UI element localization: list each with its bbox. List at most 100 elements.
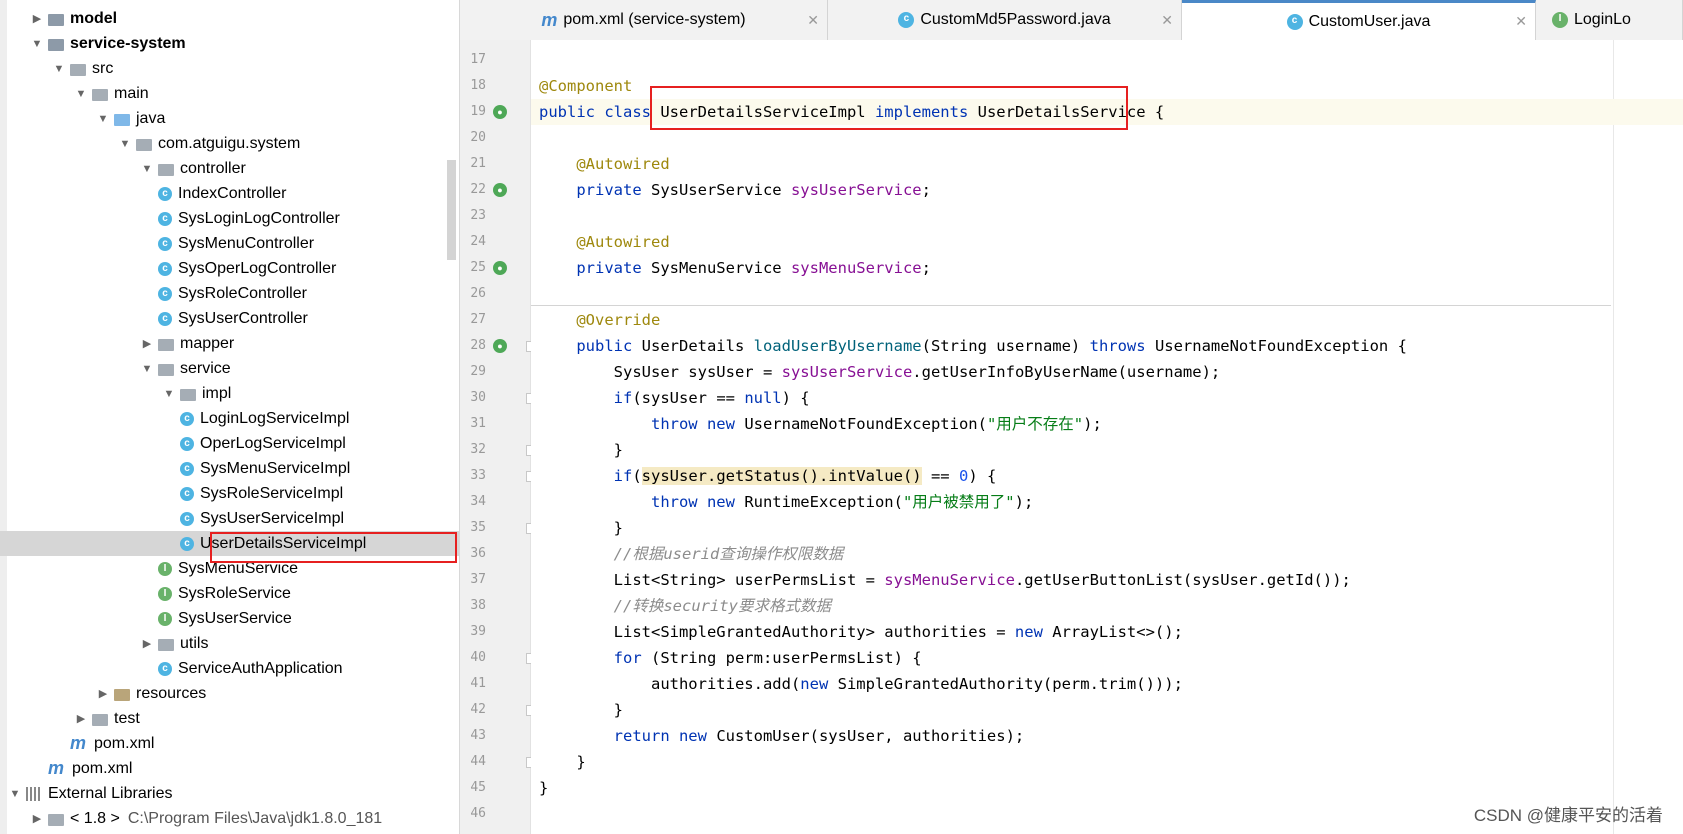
expanded-arrow-icon[interactable]: ▼: [140, 363, 154, 375]
code-token: }: [539, 779, 549, 797]
tree-item-sysrolecontroller[interactable]: c SysRoleController: [0, 281, 459, 306]
project-tree-scrollbar[interactable]: [447, 160, 456, 260]
expanded-arrow-icon[interactable]: ▼: [96, 113, 110, 125]
code-line[interactable]: List<String> userPermsList = sysMenuServ…: [539, 567, 1351, 593]
code-line[interactable]: private SysMenuService sysMenuService;: [539, 255, 931, 281]
code-token: @Autowired: [576, 233, 670, 251]
collapsed-arrow-icon[interactable]: ▶: [30, 812, 44, 825]
bean-gutter-icon[interactable]: ●: [493, 183, 507, 197]
code-line[interactable]: throw new RuntimeException("用户被禁用了");: [539, 489, 1033, 515]
tree-item-mapper[interactable]: ▶ mapper: [0, 331, 459, 356]
code-line[interactable]: for (String perm:userPermsList) {: [539, 645, 922, 671]
class-icon: c: [158, 286, 172, 301]
close-icon[interactable]: ✕: [1515, 13, 1527, 30]
line-number: 20: [470, 130, 486, 145]
code-line[interactable]: }: [539, 775, 548, 801]
tree-item-serviceauthapplication[interactable]: c ServiceAuthApplication: [0, 656, 459, 681]
code-line[interactable]: }: [539, 697, 623, 723]
tab-pom-xml-service-system[interactable]: m pom.xml (service-system) ✕: [460, 0, 828, 40]
tree-item-service-system[interactable]: ▼ service-system: [0, 31, 459, 56]
expanded-arrow-icon[interactable]: ▼: [118, 138, 132, 150]
tree-item-label: controller: [180, 159, 246, 177]
tree-item-sysoperlogcontroller[interactable]: c SysOperLogController: [0, 256, 459, 281]
collapsed-arrow-icon[interactable]: ▶: [140, 337, 154, 350]
code-token: ) {: [968, 467, 997, 485]
code-token: (String username): [921, 337, 1090, 355]
tree-item-sysloginlogcontroller[interactable]: c SysLoginLogController: [0, 206, 459, 231]
package-icon: [158, 639, 174, 651]
code-line[interactable]: }: [539, 437, 623, 463]
collapsed-arrow-icon[interactable]: ▶: [30, 12, 44, 25]
tree-item-sysroleserviceimpl[interactable]: c SysRoleServiceImpl: [0, 481, 459, 506]
package-icon: [180, 389, 196, 401]
tree-item-sysroleservice[interactable]: I SysRoleService: [0, 581, 459, 606]
code-line[interactable]: //转换security要求格式数据: [539, 593, 831, 619]
code-line[interactable]: SysUser sysUser = sysUserService.getUser…: [539, 359, 1221, 385]
tree-item-1-8[interactable]: ▶ < 1.8 > C:\Program Files\Java\jdk1.8.0_1…: [0, 806, 459, 831]
collapsed-arrow-icon[interactable]: ▶: [140, 637, 154, 650]
tree-item-pom-xml[interactable]: m pom.xml: [0, 731, 459, 756]
expanded-arrow-icon[interactable]: ▼: [8, 788, 22, 800]
code-line[interactable]: private SysUserService sysUserService;: [539, 177, 931, 203]
tree-item-label: External Libraries: [48, 784, 173, 802]
code-line[interactable]: return new CustomUser(sysUser, authoriti…: [539, 723, 1025, 749]
tree-item-service[interactable]: ▼ service: [0, 356, 459, 381]
code-line[interactable]: if(sysUser.getStatus().intValue() == 0) …: [539, 463, 996, 489]
tree-item-sysuserservice[interactable]: I SysUserService: [0, 606, 459, 631]
tree-item-external-libraries[interactable]: ▼ External Libraries: [0, 781, 459, 806]
code-editor[interactable]: @Component public class UserDetailsServic…: [531, 40, 1683, 834]
code-line[interactable]: }: [539, 749, 585, 775]
tab-custommd5password-java[interactable]: c CustomMd5Password.java ✕: [828, 0, 1182, 40]
folder-icon: [70, 64, 86, 76]
tree-item-sysmenuserviceimpl[interactable]: c SysMenuServiceImpl: [0, 456, 459, 481]
tree-item-operlogserviceimpl[interactable]: c OperLogServiceImpl: [0, 431, 459, 456]
code-line[interactable]: @Component: [539, 73, 632, 99]
bean-gutter-icon[interactable]: ●: [493, 105, 507, 119]
tree-item-impl[interactable]: ▼ impl: [0, 381, 459, 406]
expanded-arrow-icon[interactable]: ▼: [74, 88, 88, 100]
collapsed-arrow-icon[interactable]: ▶: [96, 687, 110, 700]
line-number: 40: [470, 650, 486, 665]
bean-gutter-icon[interactable]: ●: [493, 261, 507, 275]
tree-item-main[interactable]: ▼ main: [0, 81, 459, 106]
code-line[interactable]: if(sysUser == null) {: [539, 385, 810, 411]
code-line[interactable]: throw new UsernameNotFoundException("用户不…: [539, 411, 1102, 437]
tree-item-controller[interactable]: ▼ controller: [0, 156, 459, 181]
tree-item-indexcontroller[interactable]: c IndexController: [0, 181, 459, 206]
class-icon: c: [180, 511, 194, 526]
tree-item-sysmenucontroller[interactable]: c SysMenuController: [0, 231, 459, 256]
code-line[interactable]: @Override: [539, 307, 660, 333]
code-line[interactable]: public UserDetails loadUserByUsername(St…: [539, 333, 1407, 359]
collapsed-arrow-icon[interactable]: ▶: [74, 712, 88, 725]
tree-item-src[interactable]: ▼ src: [0, 56, 459, 81]
tree-item-java[interactable]: ▼ java: [0, 106, 459, 131]
code-line[interactable]: List<SimpleGrantedAuthority> authorities…: [539, 619, 1183, 645]
expanded-arrow-icon[interactable]: ▼: [52, 63, 66, 75]
code-line[interactable]: //根据userid查询操作权限数据: [539, 541, 844, 567]
code-line[interactable]: authorities.add(new SimpleGrantedAuthori…: [539, 671, 1183, 697]
code-line[interactable]: @Autowired: [539, 229, 670, 255]
code-line[interactable]: }: [539, 515, 623, 541]
tree-item-loginlogserviceimpl[interactable]: c LoginLogServiceImpl: [0, 406, 459, 431]
tree-item-com-atguigu-system[interactable]: ▼ com.atguigu.system: [0, 131, 459, 156]
tree-item-test[interactable]: ▶ test: [0, 706, 459, 731]
override-gutter-icon[interactable]: ●: [493, 339, 507, 353]
close-icon[interactable]: ✕: [1161, 12, 1173, 29]
code-token: private: [576, 181, 651, 199]
tab-loginlo[interactable]: I LoginLo: [1536, 0, 1683, 40]
tree-item-pom-xml[interactable]: m pom.xml: [0, 756, 459, 781]
expanded-arrow-icon[interactable]: ▼: [30, 38, 44, 50]
tree-item-resources[interactable]: ▶ resources: [0, 681, 459, 706]
tree-item-model[interactable]: ▶ model: [0, 6, 459, 31]
tree-item-sysuserserviceimpl[interactable]: c SysUserServiceImpl: [0, 506, 459, 531]
code-line[interactable]: @Autowired: [539, 151, 669, 177]
expanded-arrow-icon[interactable]: ▼: [162, 388, 176, 400]
close-icon[interactable]: ✕: [807, 12, 819, 29]
tree-item-utils[interactable]: ▶ utils: [0, 631, 459, 656]
tree-item-sysusercontroller[interactable]: c SysUserController: [0, 306, 459, 331]
expanded-arrow-icon[interactable]: ▼: [140, 163, 154, 175]
right-margin-guide: [1613, 40, 1614, 834]
tab-customuser-java[interactable]: c CustomUser.java ✕: [1182, 0, 1536, 40]
